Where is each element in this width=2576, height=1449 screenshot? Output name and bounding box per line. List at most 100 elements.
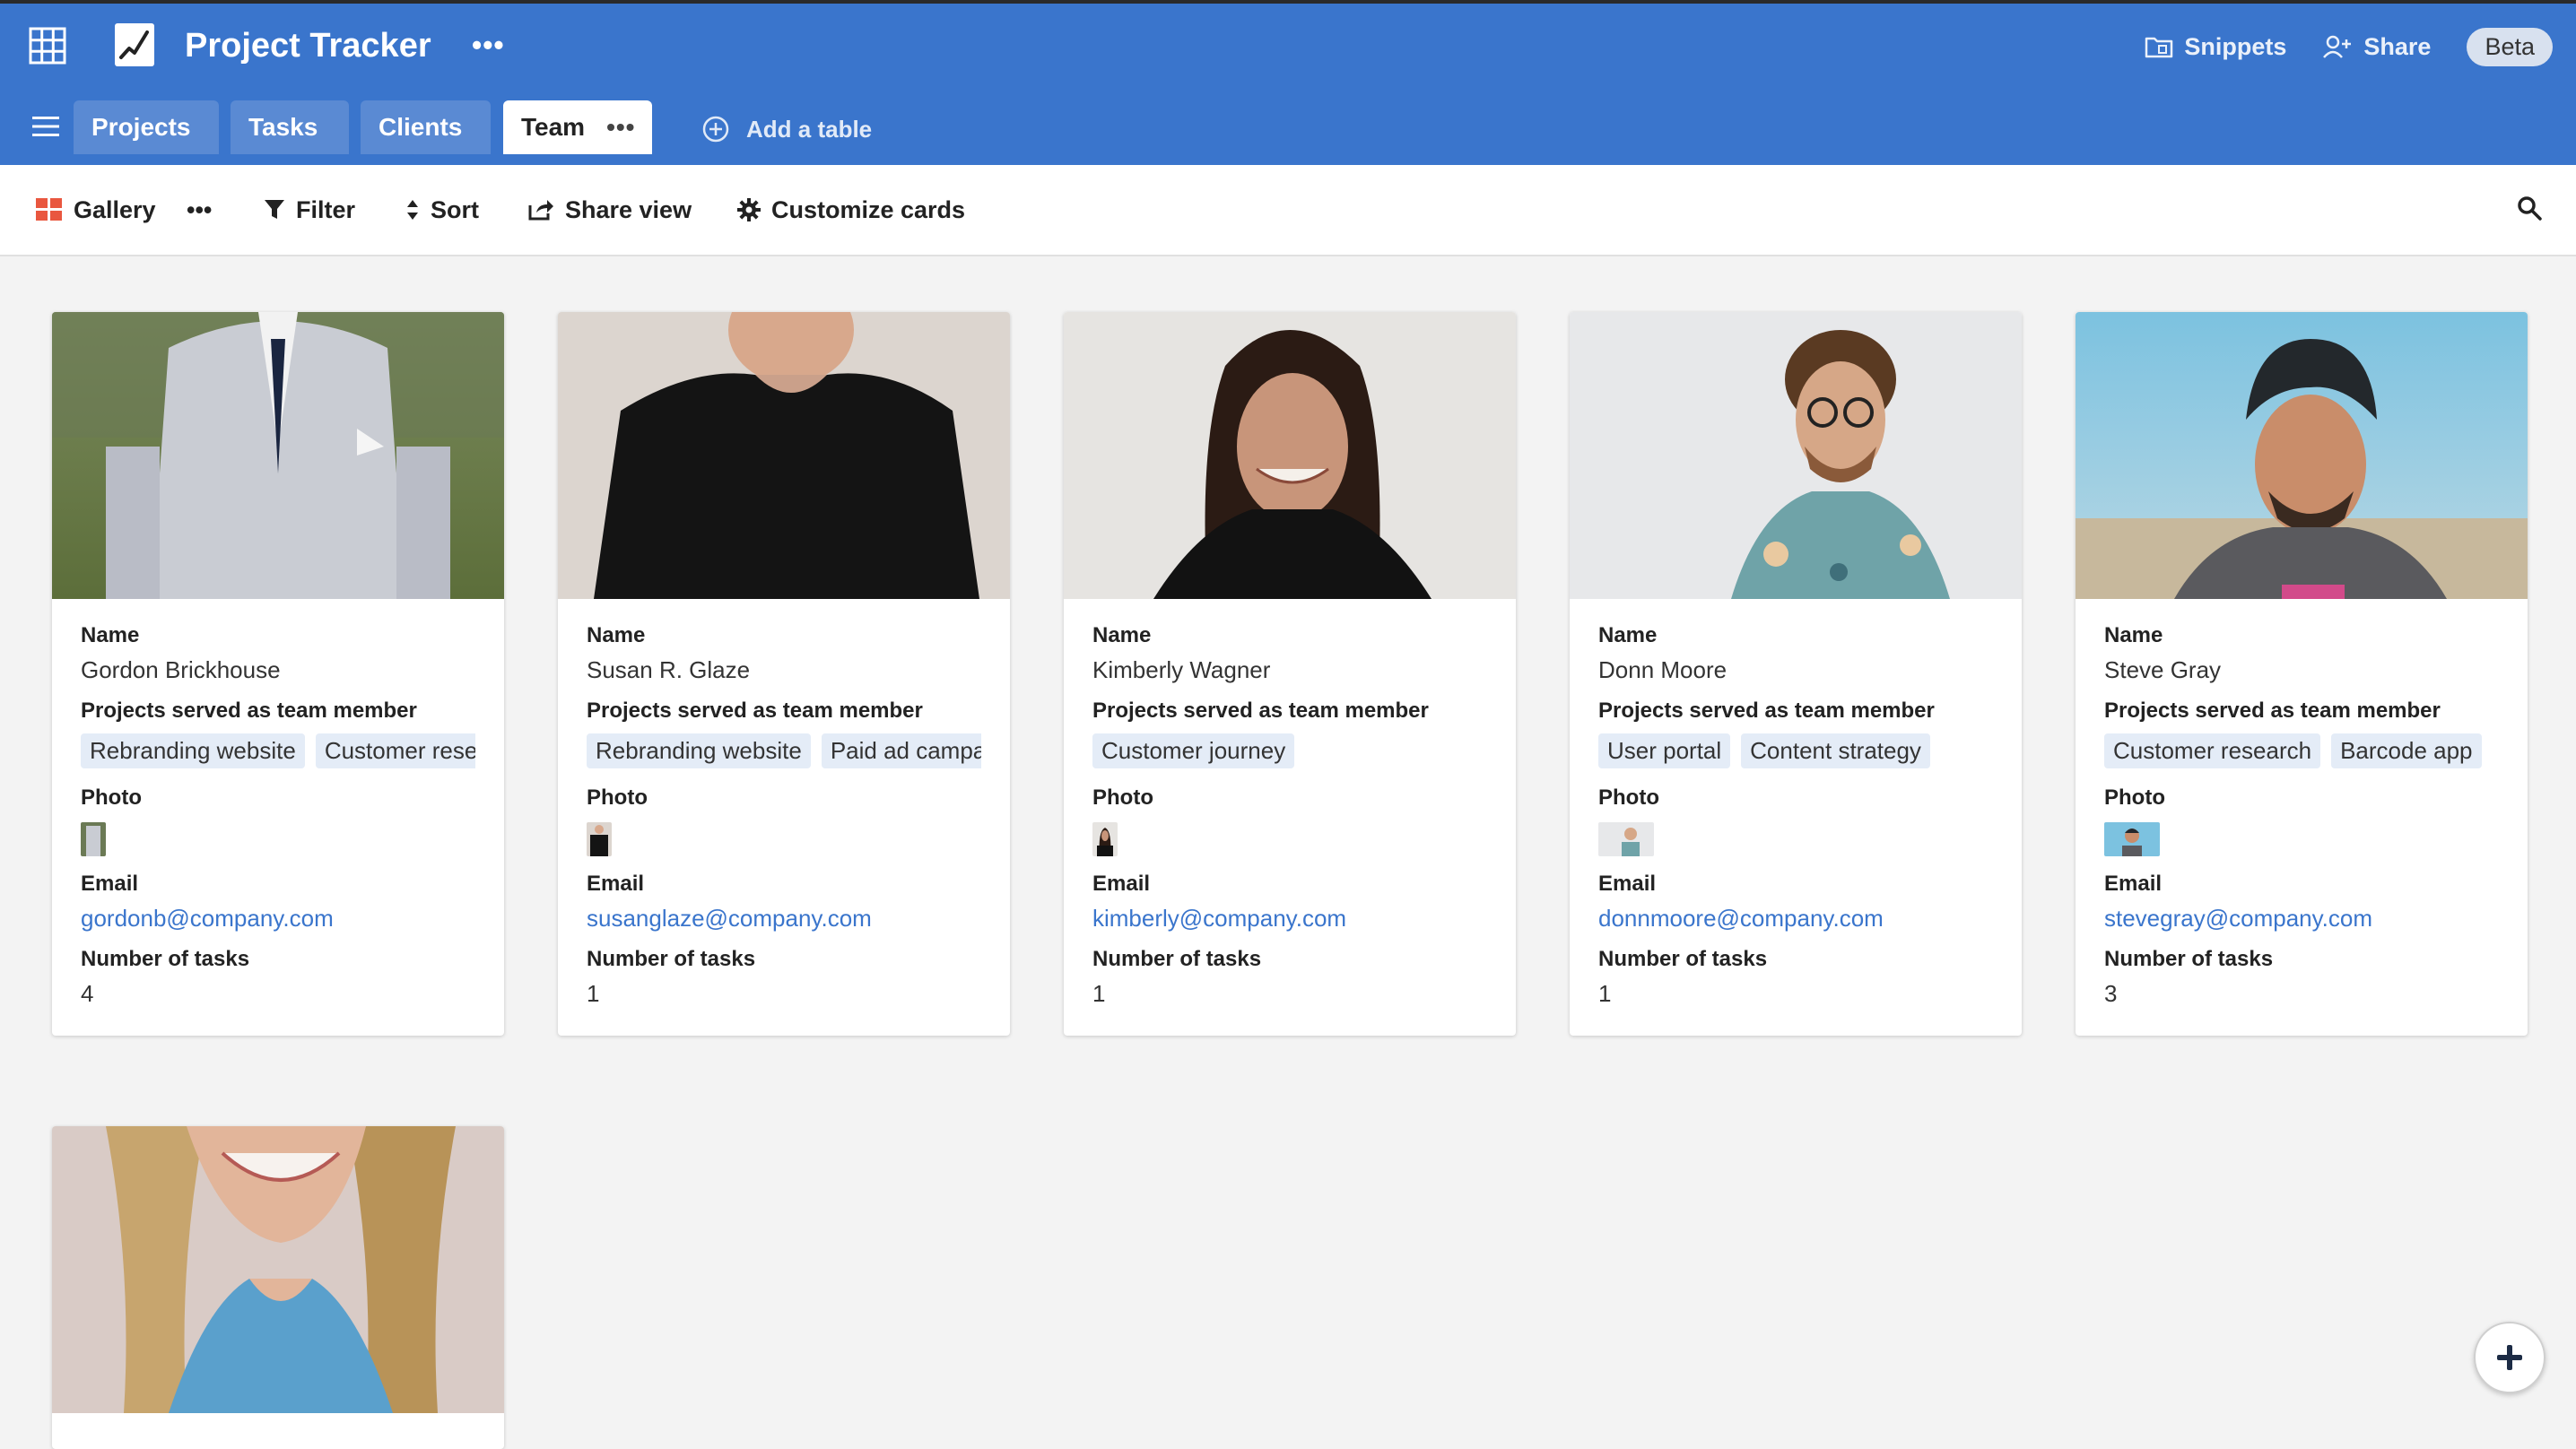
projects-label: Projects served as team member — [587, 698, 923, 723]
sort-icon — [407, 200, 418, 220]
photo-label: Photo — [587, 785, 648, 810]
photo-thumbnail[interactable] — [1598, 822, 1654, 856]
projects-label: Projects served as team member — [81, 698, 417, 723]
projects-chips: Rebranding website Customer research — [81, 733, 475, 768]
project-chip[interactable]: Customer research — [315, 733, 475, 768]
add-table-label: Add a table — [746, 115, 873, 143]
projects-chips: User portal Content strategy — [1598, 733, 1993, 768]
table-tabs: Projects Tasks Clients Team ••• Add a tab… — [0, 97, 2576, 154]
project-chip[interactable]: Rebranding website — [587, 733, 811, 768]
name-label: Name — [81, 623, 140, 647]
customize-cards-label: Customize cards — [771, 195, 966, 223]
project-chip[interactable]: Customer journey — [1092, 733, 1295, 768]
add-record-button[interactable] — [2474, 1322, 2546, 1393]
photo-thumbnail[interactable] — [81, 822, 106, 856]
project-chip[interactable]: Customer research — [2104, 733, 2321, 768]
tasks-label: Number of tasks — [2104, 947, 2274, 971]
team-card[interactable]: Name Gordon Brickhouse Projects served a… — [52, 312, 504, 1036]
email-label: Email — [1092, 872, 1151, 896]
filter-button[interactable]: Filter — [264, 192, 355, 228]
projects-chips: Customer research Barcode app — [2104, 733, 2499, 768]
view-name: Gallery — [74, 195, 156, 223]
share-view-button[interactable]: Share view — [527, 192, 692, 228]
window-edge — [0, 0, 2576, 4]
team-card[interactable]: Name Donn Moore Projects served as team … — [1570, 312, 2022, 1036]
tab-label: Team — [521, 113, 586, 141]
tab-team[interactable]: Team ••• — [503, 100, 652, 154]
email-link[interactable]: kimberly@company.com — [1092, 903, 1487, 933]
email-label: Email — [587, 872, 645, 896]
photo-thumbnail[interactable] — [1092, 822, 1118, 856]
share-view-icon — [528, 200, 553, 221]
email-link[interactable]: stevegray@company.com — [2104, 903, 2499, 933]
team-card[interactable]: Name Kimberly Wagner Projects served as … — [1064, 312, 1516, 1036]
project-chip[interactable]: Paid ad campaign — [821, 733, 981, 768]
tab-more-icon[interactable]: ••• — [606, 113, 635, 141]
cover-photo — [2076, 312, 2528, 599]
cover-photo — [52, 312, 504, 599]
tasks-value: 1 — [1092, 980, 1106, 1007]
email-label: Email — [1598, 872, 1657, 896]
view-toolbar: Gallery ••• Filter Sort Share view Custo… — [0, 165, 2576, 256]
tab-label: Projects — [91, 113, 191, 141]
tasks-value: 4 — [81, 980, 94, 1007]
add-table-button[interactable]: Add a table — [701, 111, 872, 147]
project-chip[interactable]: Content strategy — [1741, 733, 1930, 768]
team-card[interactable]: Name Steve Gray Projects served as team … — [2076, 312, 2528, 1036]
team-card[interactable] — [52, 1126, 504, 1449]
apps-grid-icon[interactable] — [29, 27, 66, 65]
email-label: Email — [81, 872, 139, 896]
projects-label: Projects served as team member — [1598, 698, 1935, 723]
projects-label: Projects served as team member — [1092, 698, 1429, 723]
snippets-icon — [2145, 37, 2173, 58]
projects-chips: Customer journey — [1092, 733, 1487, 768]
share-label: Share — [2363, 32, 2432, 60]
add-user-icon — [2323, 35, 2352, 58]
share-view-label: Share view — [565, 195, 692, 223]
name-value: Steve Gray — [2104, 656, 2222, 683]
share-button[interactable]: Share — [2322, 33, 2431, 61]
plus-circle-icon — [702, 116, 729, 143]
email-link[interactable]: donnmoore@company.com — [1598, 903, 1993, 933]
line-chart-icon[interactable] — [113, 22, 156, 68]
base-more-icon[interactable]: ••• — [472, 27, 505, 63]
cover-photo — [52, 1126, 504, 1413]
search-button[interactable] — [2517, 195, 2542, 225]
email-link[interactable]: gordonb@company.com — [81, 903, 475, 933]
header-bar: Project Tracker ••• Snippets Share Beta — [0, 0, 2576, 165]
tasks-label: Number of tasks — [81, 947, 250, 971]
view-switcher[interactable]: Gallery — [36, 192, 156, 228]
view-more-icon[interactable]: ••• — [187, 192, 212, 228]
name-label: Name — [587, 623, 646, 647]
name-value: Kimberly Wagner — [1092, 656, 1271, 683]
photo-thumbnail[interactable] — [2104, 822, 2160, 856]
snippets-button[interactable]: Snippets — [2145, 33, 2286, 61]
email-link[interactable]: susanglaze@company.com — [587, 903, 981, 933]
photo-thumbnail[interactable] — [587, 822, 612, 856]
gear-icon — [737, 198, 761, 221]
name-value: Donn Moore — [1598, 656, 1727, 683]
customize-cards-button[interactable]: Customize cards — [737, 192, 965, 228]
sort-label: Sort — [431, 195, 479, 223]
header-actions: Snippets Share Beta — [2145, 27, 2576, 66]
project-chip[interactable]: Barcode app — [2331, 733, 2482, 768]
tasks-value: 1 — [587, 980, 600, 1007]
project-chip[interactable]: User portal — [1598, 733, 1731, 768]
beta-badge[interactable]: Beta — [2467, 27, 2553, 66]
tasks-label: Number of tasks — [587, 947, 756, 971]
tasks-value: 1 — [1598, 980, 1612, 1007]
search-icon — [2518, 196, 2542, 221]
tab-label: Tasks — [248, 113, 318, 141]
tab-clients[interactable]: Clients — [361, 100, 491, 154]
projects-label: Projects served as team member — [2104, 698, 2441, 723]
tab-projects[interactable]: Projects — [74, 100, 219, 154]
sort-button[interactable]: Sort — [405, 192, 479, 228]
cover-photo — [1064, 312, 1516, 599]
base-title[interactable]: Project Tracker — [185, 22, 431, 70]
filter-icon — [265, 200, 284, 219]
project-chip[interactable]: Rebranding website — [81, 733, 305, 768]
hamburger-menu-icon[interactable] — [30, 115, 61, 138]
photo-label: Photo — [2104, 785, 2165, 810]
tab-tasks[interactable]: Tasks — [231, 100, 349, 154]
team-card[interactable]: Name Susan R. Glaze Projects served as t… — [558, 312, 1010, 1036]
